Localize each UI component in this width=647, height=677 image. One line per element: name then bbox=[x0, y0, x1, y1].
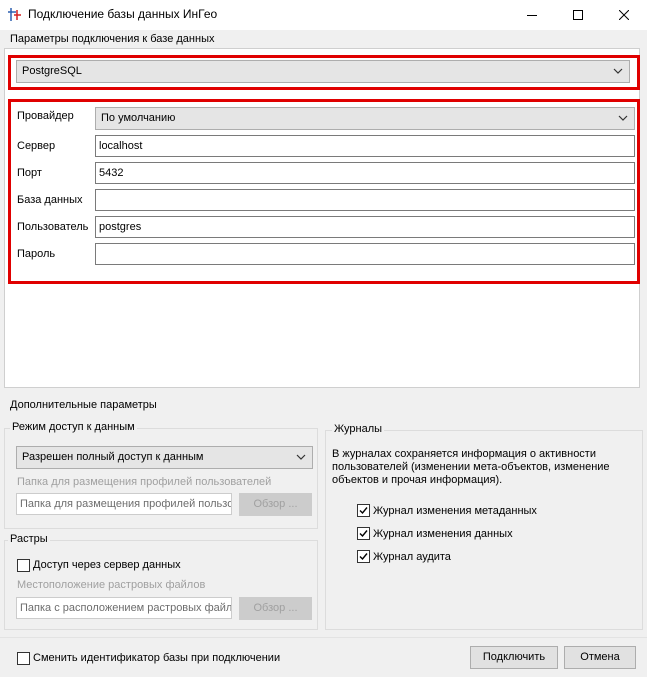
maximize-icon bbox=[573, 10, 583, 20]
rasters-group-title: Растры bbox=[8, 533, 50, 545]
close-icon bbox=[619, 10, 629, 20]
db-type-value: PostgreSQL bbox=[22, 65, 82, 77]
minimize-button[interactable] bbox=[509, 0, 555, 30]
port-input[interactable]: 5432 bbox=[95, 162, 635, 184]
change-id-label: Сменить идентификатор базы при подключен… bbox=[33, 652, 281, 664]
port-label: Порт bbox=[17, 167, 42, 179]
chevron-down-icon bbox=[296, 454, 306, 460]
chevron-down-icon bbox=[613, 68, 623, 74]
additional-group-title: Дополнительные параметры bbox=[10, 399, 157, 411]
access-group-title: Режим доступ к данным bbox=[10, 421, 137, 433]
checkmark-icon bbox=[359, 507, 368, 515]
footer-divider bbox=[0, 637, 647, 638]
user-input[interactable]: postgres bbox=[95, 216, 635, 238]
checkmark-icon bbox=[359, 553, 368, 561]
metadata-log-checkbox[interactable] bbox=[357, 504, 370, 517]
access-mode-value: Разрешен полный доступ к данным bbox=[22, 451, 204, 463]
db-type-select[interactable]: PostgreSQL bbox=[16, 60, 630, 83]
server-label: Сервер bbox=[17, 140, 56, 152]
maximize-button[interactable] bbox=[555, 0, 601, 30]
minimize-icon bbox=[527, 15, 537, 16]
close-button[interactable] bbox=[601, 0, 647, 30]
data-log-checkbox[interactable] bbox=[357, 527, 370, 540]
change-id-checkbox[interactable] bbox=[17, 652, 30, 665]
chevron-down-icon bbox=[618, 115, 628, 121]
server-input[interactable]: localhost bbox=[95, 135, 635, 157]
audit-log-checkbox[interactable] bbox=[357, 550, 370, 563]
window-title: Подключение базы данных ИнГео bbox=[28, 7, 218, 21]
provider-label: Провайдер bbox=[17, 110, 74, 122]
cancel-button[interactable]: Отмена bbox=[564, 646, 636, 669]
profiles-browse-button[interactable]: Обзор ... bbox=[239, 493, 312, 516]
database-input[interactable] bbox=[95, 189, 635, 211]
profiles-folder-input[interactable]: Папка для размещения профилей пользовате… bbox=[16, 493, 232, 515]
raster-browse-button[interactable]: Обзор ... bbox=[239, 597, 312, 620]
raster-location-label: Местоположение растровых файлов bbox=[17, 579, 206, 591]
user-label: Пользователь bbox=[17, 221, 89, 233]
raster-location-input[interactable]: Папка с расположением растровых файлов bbox=[16, 597, 232, 619]
password-label: Пароль bbox=[17, 248, 56, 260]
access-mode-select[interactable]: Разрешен полный доступ к данным bbox=[16, 446, 313, 469]
logs-description: В журналах сохраняется информация о акти… bbox=[332, 448, 610, 486]
connect-button[interactable]: Подключить bbox=[470, 646, 558, 669]
provider-select[interactable]: По умолчанию bbox=[95, 107, 635, 130]
connection-group-title: Параметры подключения к базе данных bbox=[10, 33, 215, 45]
title-bar: Подключение базы данных ИнГео bbox=[0, 0, 647, 30]
metadata-log-label: Журнал изменения метаданных bbox=[373, 505, 537, 517]
password-input[interactable] bbox=[95, 243, 635, 265]
logs-group-title: Журналы bbox=[332, 423, 385, 435]
app-icon bbox=[6, 6, 22, 22]
profiles-folder-label: Папка для размещения профилей пользовате… bbox=[17, 476, 272, 488]
server-access-checkbox[interactable] bbox=[17, 559, 30, 572]
data-log-label: Журнал изменения данных bbox=[373, 528, 513, 540]
database-label: База данных bbox=[17, 194, 83, 206]
server-access-label: Доступ через сервер данных bbox=[33, 559, 181, 571]
checkmark-icon bbox=[359, 530, 368, 538]
provider-value: По умолчанию bbox=[101, 112, 176, 124]
audit-log-label: Журнал аудита bbox=[373, 551, 451, 563]
